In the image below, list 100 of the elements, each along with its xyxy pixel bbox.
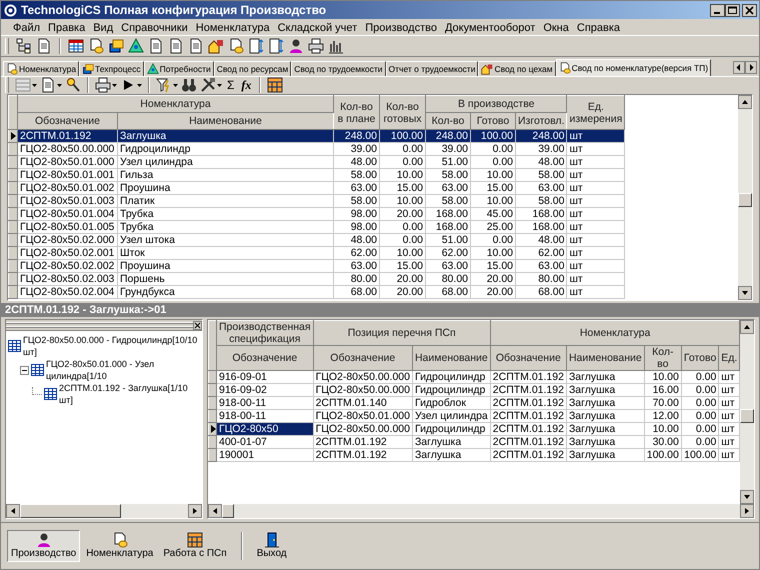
document-icon[interactable]: [168, 38, 184, 54]
column-header[interactable]: Изготовл.: [516, 112, 567, 130]
menu-item[interactable]: Окна: [539, 22, 573, 34]
scroll-left-icon[interactable]: [733, 61, 745, 74]
close-icon[interactable]: [742, 4, 757, 16]
triangle-icon[interactable]: [128, 38, 144, 54]
column-header[interactable]: В производстве: [426, 96, 567, 112]
column-header[interactable]: Обозначение: [18, 112, 118, 130]
tab[interactable]: Свод по трудоемкости: [291, 61, 386, 76]
tab[interactable]: Свод по цехам: [478, 61, 556, 76]
tab[interactable]: Отчет о трудоемкости: [386, 61, 478, 76]
tree-icon[interactable]: [16, 38, 32, 54]
document-icon[interactable]: [188, 38, 204, 54]
scroll-right-icon[interactable]: [745, 61, 757, 74]
scroll-up-icon[interactable]: [738, 95, 752, 109]
minimize-icon[interactable]: [710, 4, 725, 16]
tab[interactable]: Свод по номенклатуре(версия ТП): [556, 59, 712, 76]
menu-item[interactable]: Файл: [9, 22, 44, 34]
menu-item[interactable]: Справка: [572, 22, 624, 34]
column-header[interactable]: Позиция перечня ПСп: [313, 320, 490, 346]
menu-item[interactable]: Вид: [89, 22, 118, 34]
table-cell: шт: [566, 208, 625, 220]
column-header[interactable]: Готово: [470, 112, 516, 130]
scroll-left-icon[interactable]: [6, 504, 20, 518]
scroll-thumb[interactable]: [738, 193, 752, 207]
cards-icon[interactable]: [108, 38, 124, 54]
scroll-thumb[interactable]: [222, 504, 234, 518]
column-header[interactable]: Номенклатура: [490, 320, 740, 346]
document-icon[interactable]: [40, 77, 56, 93]
sum-button[interactable]: Σ: [225, 78, 236, 92]
column-header[interactable]: Наименование: [566, 346, 644, 370]
column-header[interactable]: Наименование: [118, 112, 334, 130]
document-arrows-icon[interactable]: [268, 38, 284, 54]
column-header[interactable]: Обозначение: [216, 346, 314, 370]
column-header[interactable]: Номенклатура: [18, 96, 334, 112]
document-icon[interactable]: [148, 38, 164, 54]
scroll-right-icon[interactable]: [740, 504, 754, 518]
caret-icon[interactable]: [173, 84, 178, 86]
column-header[interactable]: Готово: [681, 346, 719, 370]
maximize-icon[interactable]: [725, 4, 740, 16]
scroll-down-icon[interactable]: [738, 286, 752, 300]
column-header[interactable]: Кол-во в плане: [334, 96, 380, 130]
navigation-button[interactable]: Производство: [7, 530, 80, 562]
column-header[interactable]: Производственная спецификация: [216, 320, 314, 346]
printer-icon[interactable]: [95, 77, 111, 93]
scroll-thumb[interactable]: [20, 504, 121, 518]
caret-icon[interactable]: [137, 84, 142, 86]
table-cell: шт: [566, 156, 625, 168]
navigation-button[interactable]: Выход: [252, 530, 291, 562]
column-header[interactable]: Обозначение: [313, 346, 412, 370]
tab[interactable]: Техпроцесс: [79, 61, 144, 76]
column-header[interactable]: Обозначение: [490, 346, 566, 370]
house-icon[interactable]: [208, 38, 224, 54]
scroll-thumb[interactable]: [740, 409, 754, 423]
tools-icon[interactable]: [200, 77, 216, 93]
column-header[interactable]: Кол-во: [644, 346, 682, 370]
caret-icon[interactable]: [217, 84, 222, 86]
column-header[interactable]: Кол-во готовых: [380, 96, 426, 130]
tab[interactable]: Свод по ресурсам: [214, 61, 292, 76]
navigation-button[interactable]: Номенклатура: [82, 530, 158, 562]
scroll-right-icon[interactable]: [188, 504, 202, 518]
caret-icon[interactable]: [32, 84, 37, 86]
row-indicator[interactable]: [208, 422, 216, 436]
table-cell: Узел цилиндра: [118, 156, 334, 168]
menu-item[interactable]: Правка: [44, 22, 90, 34]
scroll-up-icon[interactable]: [740, 320, 754, 334]
column-header[interactable]: Кол-во: [426, 112, 470, 130]
document-arrows-icon[interactable]: [248, 38, 264, 54]
document-folder-icon[interactable]: [88, 38, 104, 54]
tab[interactable]: Номенклатура: [3, 61, 80, 76]
menu-item[interactable]: Справочники: [117, 22, 192, 34]
scroll-left-icon[interactable]: [208, 504, 222, 518]
calendar-icon[interactable]: [267, 77, 284, 93]
scroll-down-icon[interactable]: [740, 490, 754, 504]
column-header[interactable]: Наименование: [412, 346, 490, 370]
tab[interactable]: Потребности: [144, 61, 214, 76]
printer-icon[interactable]: [308, 38, 324, 54]
document-folder-icon[interactable]: [228, 38, 244, 54]
tree-item[interactable]: 2СПТМ.01.192 - Заглушка[1/10 шт]: [59, 382, 200, 406]
row-indicator[interactable]: [8, 130, 18, 142]
collapse-icon[interactable]: [20, 366, 29, 374]
navigation-button[interactable]: Работа с ПСп: [159, 530, 231, 562]
caret-icon[interactable]: [112, 84, 117, 86]
table-icon[interactable]: [68, 38, 84, 54]
column-header[interactable]: Ед.: [718, 346, 740, 370]
menu-item[interactable]: Документооборот: [440, 22, 540, 34]
tree-item[interactable]: ГЦО2-80х50.01.000 - Узел цилиндра[1/10: [46, 358, 200, 382]
menu-item[interactable]: Производство: [361, 22, 441, 34]
menu-item[interactable]: Номенклатура: [192, 22, 274, 34]
person-icon[interactable]: [288, 38, 304, 54]
menu-item[interactable]: Складской учет: [274, 22, 362, 34]
document-icon[interactable]: [36, 38, 52, 54]
filter-icon[interactable]: [156, 77, 172, 93]
bar-chart-icon[interactable]: [328, 38, 344, 54]
function-button[interactable]: fx: [239, 78, 254, 92]
close-icon[interactable]: [193, 320, 202, 330]
column-header[interactable]: Ед. измерения: [566, 96, 625, 130]
caret-icon[interactable]: [57, 84, 62, 86]
tree-item[interactable]: ГЦО2-80х50.00.000 - Гидроцилиндр[10/10 шт]: [23, 334, 200, 358]
binoculars-icon[interactable]: [181, 77, 197, 93]
